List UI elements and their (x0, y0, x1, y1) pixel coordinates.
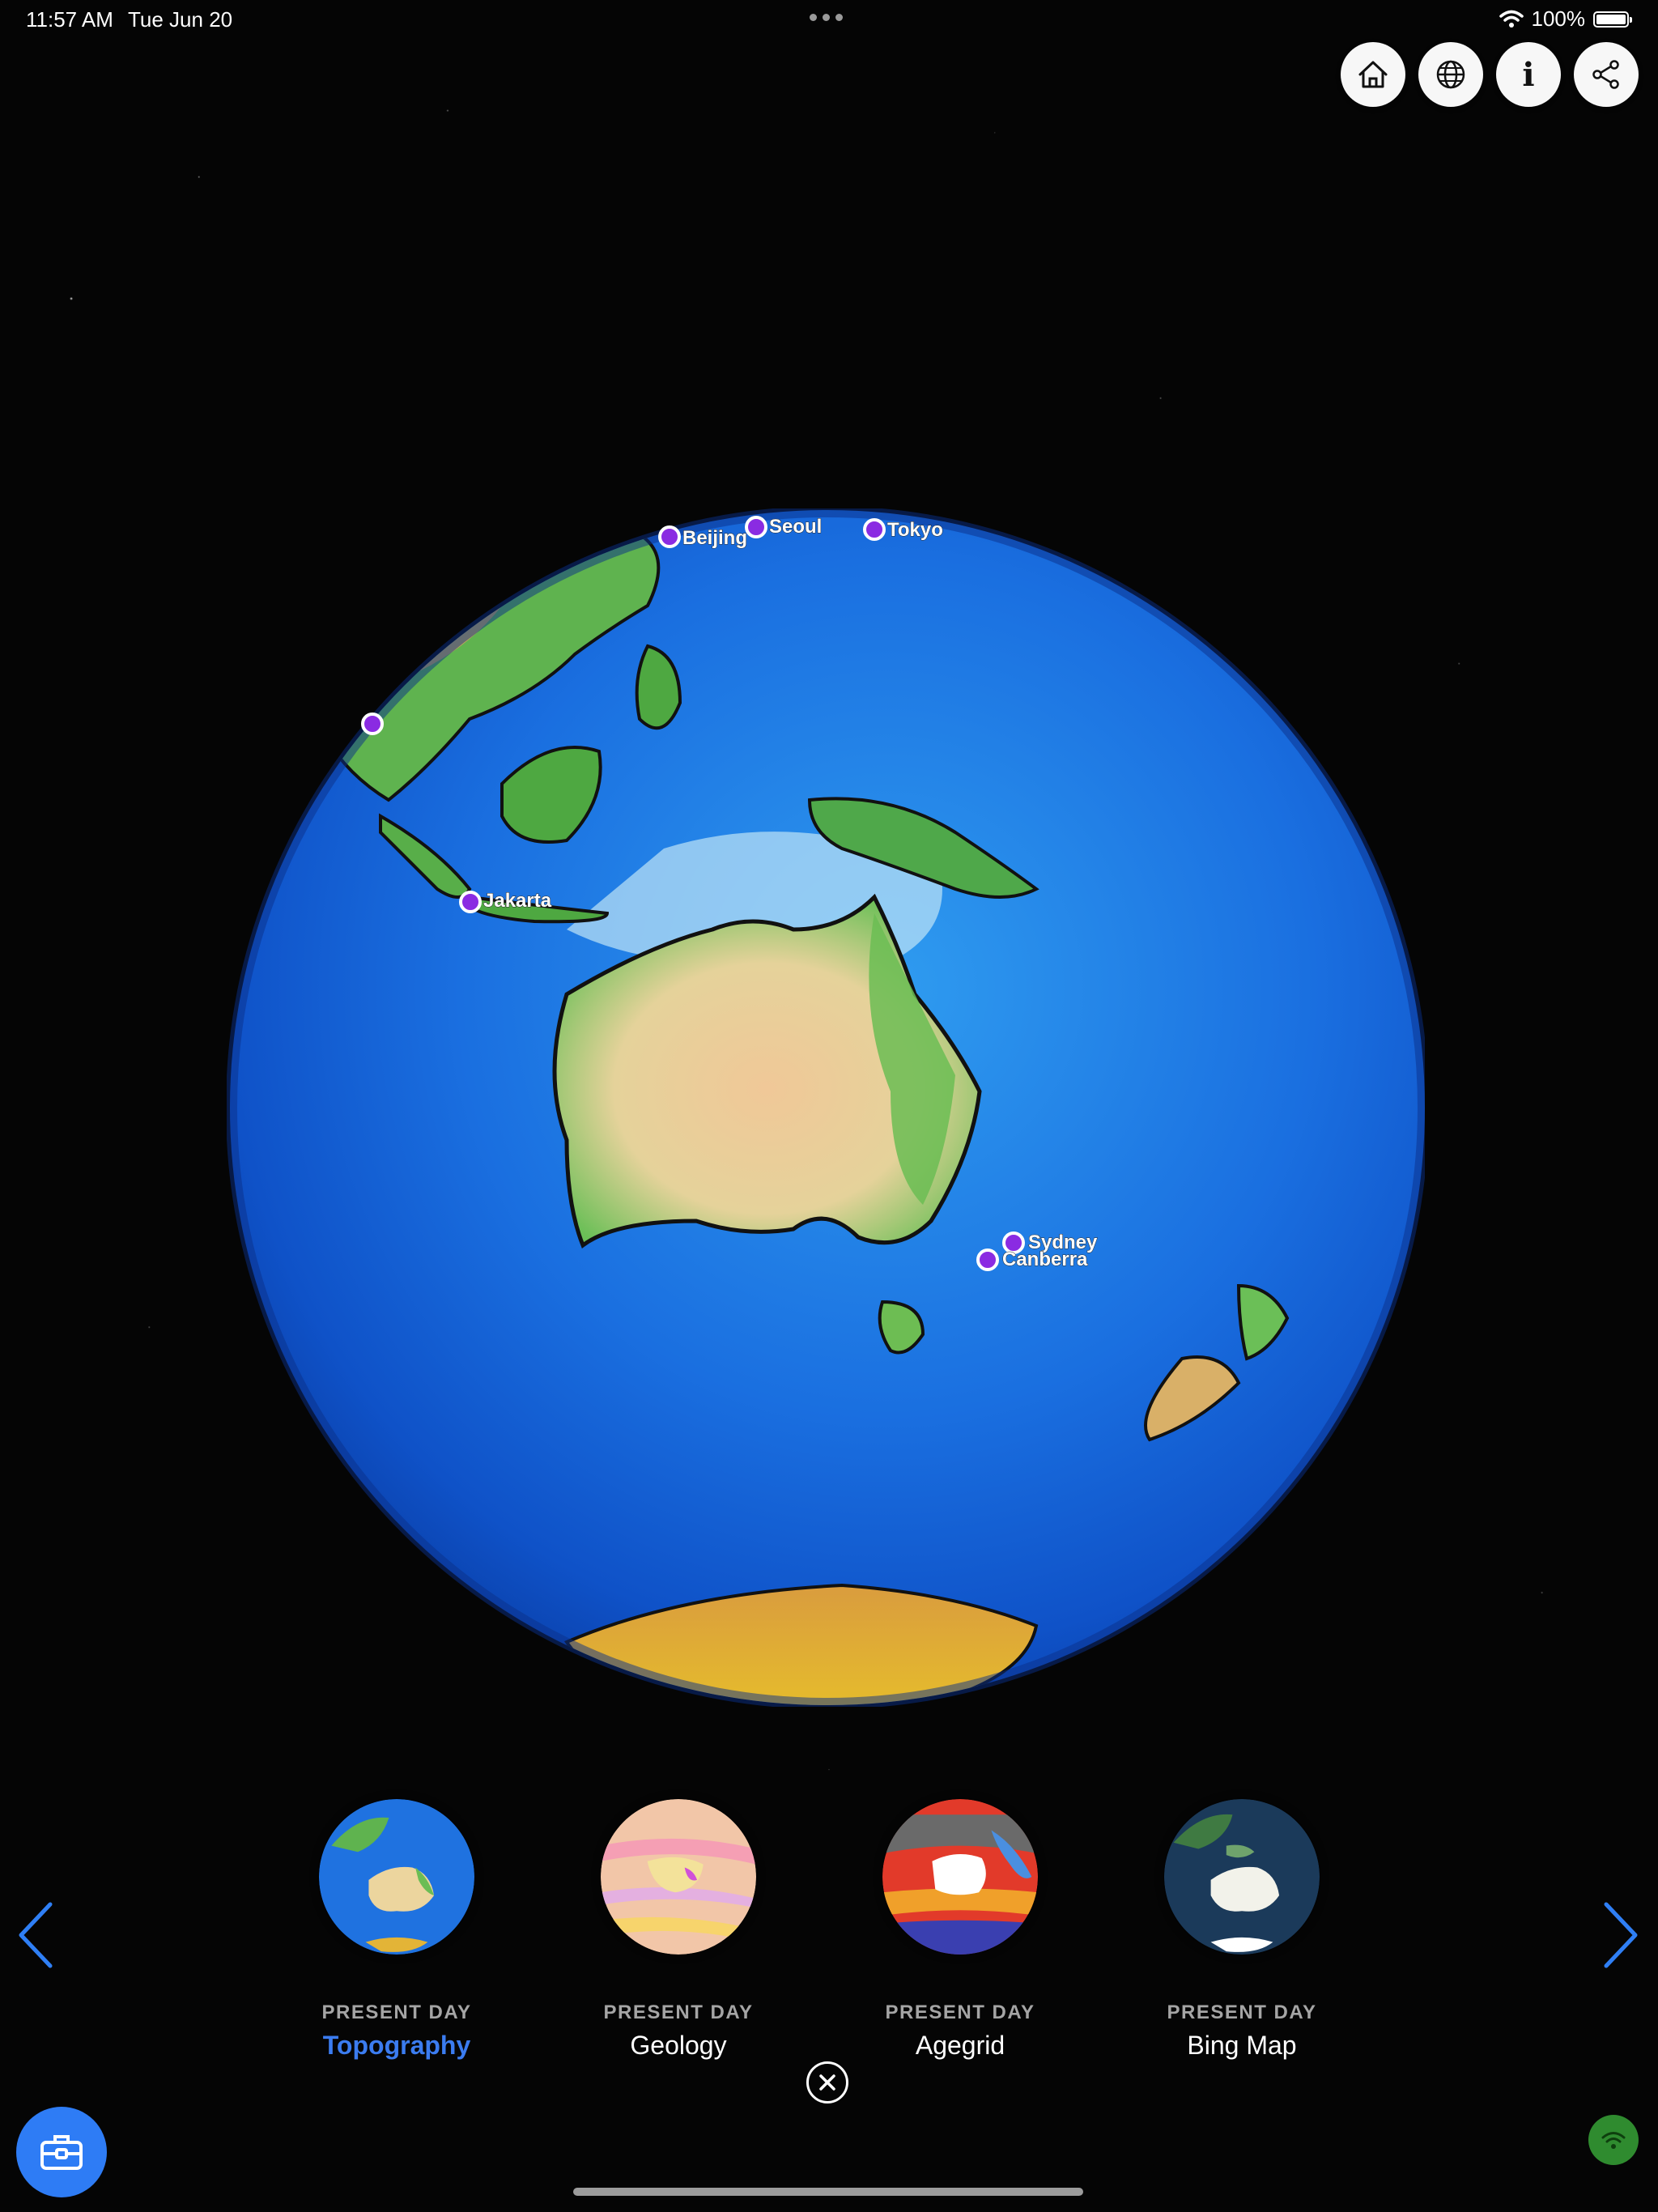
layer-option-topography[interactable]: PRESENT DAY Topography (291, 1799, 502, 2061)
layer-thumbnail-topography (319, 1799, 474, 1955)
layer-option-geology[interactable]: PRESENT DAY Geology (573, 1799, 784, 2061)
status-indicators: 100% (1499, 6, 1632, 32)
city-label-jakarta: Jakarta (483, 890, 552, 912)
info-button[interactable]: i (1496, 42, 1561, 107)
city-marker-beijing[interactable]: Beijing (658, 525, 748, 550)
wifi-signal-icon (1601, 2132, 1626, 2149)
battery-icon (1593, 11, 1632, 28)
globe-button[interactable] (1418, 42, 1483, 107)
city-marker-seoul[interactable]: Seoul (745, 516, 823, 538)
battery-percentage: 100% (1531, 6, 1586, 31)
next-layer-button[interactable] (1596, 1895, 1645, 1976)
layer-thumbnail-bing-map (1164, 1799, 1320, 1955)
status-bar: 11:57 AM Tue Jun 20 100% (0, 0, 1658, 40)
multitasking-dots-icon[interactable] (810, 14, 843, 21)
city-marker-jakarta[interactable]: Jakarta (459, 890, 552, 913)
status-date: Tue Jun 20 (128, 7, 233, 32)
city-label-beijing: Beijing (682, 527, 747, 549)
layer-kicker: PRESENT DAY (321, 2001, 472, 2023)
city-marker-offscreen[interactable] (361, 713, 384, 735)
chevron-left-icon (19, 1902, 53, 1968)
layer-option-bing-map[interactable]: PRESENT DAY Bing Map (1137, 1799, 1347, 2061)
layer-thumbnail-agegrid (882, 1799, 1038, 1955)
home-button[interactable] (1341, 42, 1405, 107)
layer-kicker: PRESENT DAY (1167, 2001, 1317, 2023)
city-label-tokyo: Tokyo (887, 519, 943, 541)
toolbox-button[interactable] (16, 2107, 107, 2197)
city-label-canberra: Canberra (1002, 1249, 1088, 1270)
toolbox-icon (40, 2135, 83, 2170)
share-button[interactable] (1574, 42, 1639, 107)
layer-name: Topography (322, 2031, 471, 2060)
layer-option-agegrid[interactable]: PRESENT DAY Agegrid (855, 1799, 1065, 2061)
home-indicator[interactable] (573, 2188, 1083, 2196)
layer-name: Bing Map (1187, 2031, 1297, 2060)
globe-icon (1436, 60, 1465, 89)
close-circle-icon (819, 2074, 835, 2091)
share-icon (1592, 60, 1619, 89)
city-marker-canberra[interactable]: Canberra (976, 1249, 1089, 1271)
city-label-seoul: Seoul (769, 516, 822, 538)
globe-view[interactable]: Beijing Seoul Tokyo Jakarta Sydney Canbe… (226, 506, 1429, 1709)
status-time: 11:57 AM (26, 7, 113, 32)
wifi-icon (1499, 10, 1524, 28)
layer-thumbnail-geology (601, 1799, 756, 1955)
close-layer-picker-button[interactable] (806, 2061, 848, 2104)
city-marker-tokyo[interactable]: Tokyo (863, 518, 943, 542)
previous-layer-button[interactable] (11, 1895, 60, 1976)
network-status-badge[interactable] (1588, 2115, 1639, 2165)
layer-kicker: PRESENT DAY (603, 2001, 754, 2023)
info-icon: i (1522, 55, 1535, 94)
top-action-bar: i (1341, 42, 1639, 107)
layer-name: Agegrid (915, 2031, 1005, 2060)
home-icon (1358, 61, 1388, 88)
layer-name: Geology (630, 2031, 727, 2060)
chevron-right-icon (1604, 1902, 1638, 1968)
layer-kicker: PRESENT DAY (885, 2001, 1035, 2023)
